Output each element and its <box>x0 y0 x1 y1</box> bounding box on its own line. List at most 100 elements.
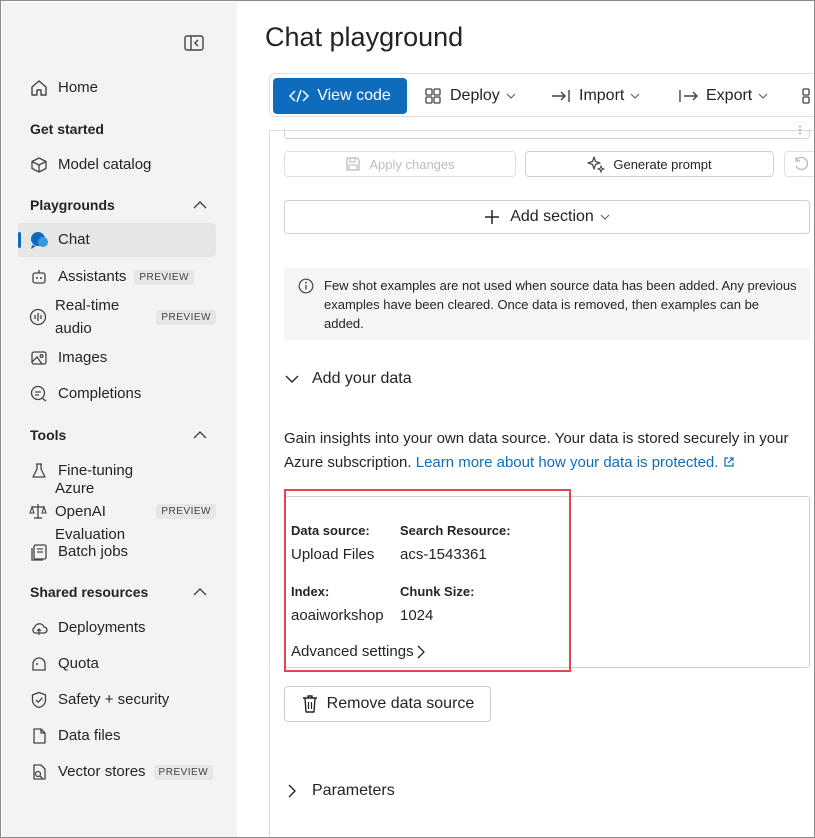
sidebar-item-batch-jobs[interactable]: Batch jobs <box>18 535 216 569</box>
sidebar-item-home[interactable]: Home <box>18 71 216 105</box>
more-button[interactable] <box>802 78 814 114</box>
image-icon <box>28 347 50 369</box>
panel-collapse-icon <box>184 35 204 51</box>
completion-icon <box>28 383 50 405</box>
sidebar-item-label: Data files <box>58 727 121 744</box>
sidebar-item-azure-openai-evaluation[interactable]: Azure OpenAI Evaluation PREVIEW <box>18 480 216 543</box>
batch-icon <box>28 541 50 563</box>
import-button[interactable]: Import <box>551 78 640 114</box>
apply-changes-button[interactable]: Apply changes <box>284 151 516 177</box>
info-icon <box>298 278 314 299</box>
info-message: Few shot examples are not used when sour… <box>284 268 810 340</box>
import-label: Import <box>579 87 625 104</box>
section-playgrounds[interactable]: Playgrounds <box>30 195 208 215</box>
sidebar-item-label: Vector stores <box>58 763 146 780</box>
sidebar-item-images[interactable]: Images <box>18 341 216 375</box>
reset-button[interactable] <box>784 151 814 177</box>
import-icon <box>551 88 571 104</box>
info-text: Few shot examples are not used when sour… <box>324 278 797 331</box>
sidebar-item-label: Deployments <box>58 619 146 636</box>
sidebar-item-label: Assistants <box>58 268 127 285</box>
sidebar-item-assistants[interactable]: Assistants PREVIEW <box>18 260 216 294</box>
section-shared-resources[interactable]: Shared resources <box>30 582 208 602</box>
add-your-data-accordion[interactable]: Add your data <box>284 367 412 391</box>
page-title: Chat playground <box>265 22 464 52</box>
sidebar-item-completions[interactable]: Completions <box>18 377 216 411</box>
sidebar-item-data-files[interactable]: Data files <box>18 719 216 753</box>
chevron-down-icon <box>506 93 516 99</box>
remove-data-source-button[interactable]: Remove data source <box>284 686 491 722</box>
sparkle-icon <box>587 155 606 173</box>
add-section-label: Add section <box>510 208 594 225</box>
view-code-label: View code <box>317 87 391 104</box>
save-icon <box>345 156 361 172</box>
scale-icon <box>28 500 47 522</box>
trash-icon <box>301 694 319 714</box>
file-icon <box>28 725 50 747</box>
remove-data-source-label: Remove data source <box>326 695 475 712</box>
sidebar-item-real-time-audio[interactable]: Real-time audio PREVIEW <box>18 294 216 340</box>
section-label: Shared resources <box>30 584 149 600</box>
section-label: Get started <box>30 121 104 137</box>
section-tools[interactable]: Tools <box>30 425 208 445</box>
chevron-up-icon <box>192 427 208 443</box>
generate-prompt-button[interactable]: Generate prompt <box>525 151 774 177</box>
home-icon <box>28 77 50 99</box>
learn-more-link[interactable]: Learn more about how your data is protec… <box>416 454 735 471</box>
sidebar-item-model-catalog[interactable]: Model catalog <box>18 148 216 182</box>
code-icon <box>289 89 310 103</box>
section-label: Tools <box>30 427 67 443</box>
sidebar-item-label: Safety + security <box>58 691 170 708</box>
deploy-label: Deploy <box>450 87 500 104</box>
export-label: Export <box>706 87 753 104</box>
sidebar-item-label: Completions <box>58 385 142 402</box>
quota-icon <box>28 653 50 675</box>
preview-badge: PREVIEW <box>156 309 216 325</box>
setup-panel: ⋮ Apply changes Generate prompt Add sect… <box>269 125 814 837</box>
collapse-sidebar-button[interactable] <box>184 34 204 52</box>
deploy-icon <box>424 87 442 105</box>
chevron-up-icon <box>192 197 208 213</box>
section-get-started: Get started <box>30 119 208 139</box>
sidebar-item-label: Batch jobs <box>58 543 129 560</box>
chevron-down-icon <box>284 375 300 383</box>
view-code-button[interactable]: View code <box>273 78 407 114</box>
cube-icon <box>28 154 50 176</box>
window-frame: Home Get started Model catalog Playgroun… <box>0 0 815 838</box>
external-link-icon <box>723 457 734 467</box>
export-icon <box>678 88 698 104</box>
sidebar-item-vector-stores[interactable]: Vector stores PREVIEW <box>18 755 216 789</box>
toolbar: View code Deploy Import Export <box>269 73 814 117</box>
system-message-textarea[interactable]: ⋮ <box>284 125 810 139</box>
sidebar-item-label: Quota <box>58 655 99 672</box>
add-section-button[interactable]: Add section <box>284 200 810 234</box>
export-button[interactable]: Export <box>678 78 768 114</box>
vector-icon <box>28 761 50 783</box>
shield-icon <box>28 689 50 711</box>
add-your-data-label: Add your data <box>312 370 412 387</box>
preview-badge: PREVIEW <box>153 764 214 780</box>
generate-prompt-label: Generate prompt <box>613 156 712 172</box>
sidebar: Home Get started Model catalog Playgroun… <box>2 2 237 837</box>
undo-icon <box>792 154 810 175</box>
flask-icon <box>28 460 50 482</box>
chevron-right-icon <box>284 784 300 798</box>
audio-icon <box>28 306 47 328</box>
data-description: Gain insights into your own data source.… <box>284 427 814 475</box>
sidebar-item-safety-security[interactable]: Safety + security <box>18 683 216 717</box>
parameters-accordion[interactable]: Parameters <box>284 779 395 803</box>
sidebar-item-chat[interactable]: Chat <box>18 223 216 257</box>
plus-icon <box>484 209 500 225</box>
learn-more-label: Learn more about how your data is protec… <box>415 454 719 471</box>
chevron-down-icon <box>600 214 610 220</box>
sidebar-item-label: Real-time audio <box>55 297 120 337</box>
parameters-label: Parameters <box>312 782 395 799</box>
deploy-button[interactable]: Deploy <box>424 78 516 114</box>
sidebar-item-label: Model catalog <box>58 156 152 173</box>
sidebar-item-deployments[interactable]: Deployments <box>18 611 216 645</box>
section-label: Playgrounds <box>30 197 115 213</box>
sidebar-item-quota[interactable]: Quota <box>18 647 216 681</box>
chevron-down-icon <box>758 93 768 99</box>
preview-badge: PREVIEW <box>156 503 216 519</box>
highlight-box <box>284 489 571 672</box>
